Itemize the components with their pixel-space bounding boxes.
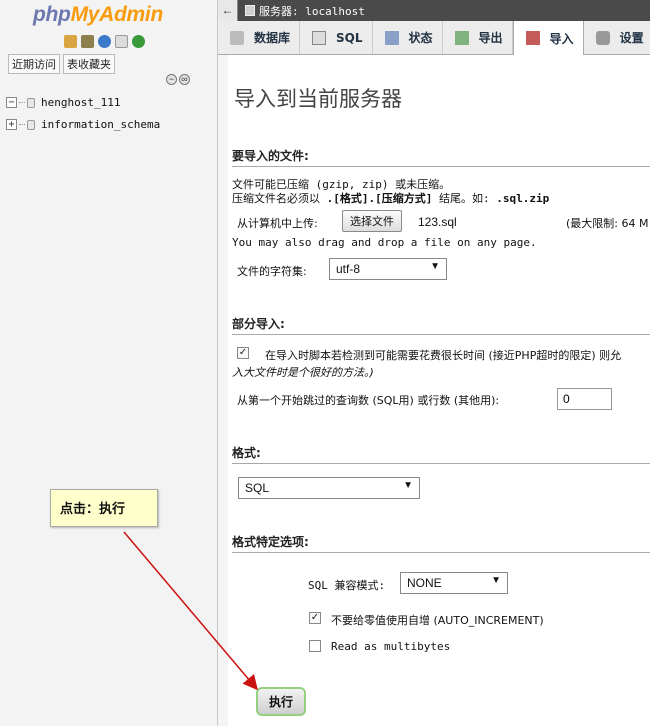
phpmyadmin-logo[interactable]: phpMyAdmin	[33, 3, 163, 27]
dropdown-arrow-icon: ▼	[403, 480, 413, 491]
annotation-callout: 点击：执行	[50, 489, 158, 527]
sql-compat-label: SQL 兼容模式:	[308, 579, 386, 592]
expand-icon[interactable]: +	[6, 119, 17, 130]
dropdown-arrow-icon: ▼	[491, 575, 501, 586]
page-title: 导入到当前服务器	[234, 87, 402, 111]
filename-note: 压缩文件名必须以 .[格式].[压缩方式] 结尾。如: .sql.zip	[232, 192, 550, 205]
tab-settings[interactable]: 设置	[584, 21, 650, 54]
home-icon[interactable]	[64, 35, 77, 48]
status-icon	[384, 30, 399, 45]
skip-queries-label: 从第一个开始跳过的查询数 (SQL用) 或行数 (其他用):	[237, 394, 500, 407]
tab-export[interactable]: 导出	[443, 21, 513, 54]
database-icon	[27, 97, 35, 108]
db-tree-item[interactable]: − henghost_111	[6, 96, 120, 109]
drag-drop-hint: You may also drag and drop a file on any…	[232, 236, 537, 249]
docs-icon[interactable]	[115, 35, 128, 48]
navigation-panel: phpMyAdmin 近期访问 表收藏夹 − ∞ − henghost_111 …	[0, 0, 218, 726]
db-name[interactable]: information_schema	[41, 118, 160, 131]
sql-icon	[312, 30, 327, 45]
export-icon	[454, 30, 469, 45]
file-section-heading: 要导入的文件:	[232, 147, 650, 167]
go-button[interactable]: 执行	[256, 687, 307, 716]
import-icon	[525, 31, 540, 45]
query-window-icon[interactable]	[81, 35, 94, 48]
help-icon[interactable]	[98, 35, 111, 48]
read-multibytes-label: Read as multibytes	[331, 640, 451, 653]
no-auto-value-label: 不要给零值使用自增 (AUTO_INCREMENT)	[331, 614, 544, 627]
tab-import[interactable]: 导入	[512, 21, 584, 55]
upload-label: 从计算机中上传:	[237, 217, 318, 230]
server-breadcrumb: ← 服务器: localhost	[218, 0, 650, 21]
charset-select[interactable]: utf-8 ▼	[329, 258, 447, 280]
favorites-tab[interactable]: 表收藏夹	[63, 54, 115, 74]
db-tree-item[interactable]: + information_schema	[6, 118, 160, 131]
recent-tab[interactable]: 近期访问	[8, 54, 60, 74]
dropdown-arrow-icon: ▼	[430, 261, 440, 272]
format-options-heading: 格式特定选项:	[232, 533, 650, 553]
database-icon	[230, 30, 244, 45]
partial-import-heading: 部分导入:	[232, 315, 650, 335]
tab-status[interactable]: 状态	[373, 21, 443, 54]
server-icon	[245, 5, 255, 16]
main-tabs: 数据库 SQL 状态 导出 导入 设置	[218, 21, 650, 55]
settings-icon	[595, 30, 610, 45]
allow-interrupt-checkbox[interactable]: ✓	[237, 347, 249, 359]
sql-compat-select[interactable]: NONE ▼	[400, 572, 508, 594]
skip-queries-input[interactable]: 0	[557, 388, 612, 410]
selected-file-name: 123.sql	[418, 215, 457, 229]
choose-file-button[interactable]: 选择文件	[342, 210, 402, 232]
collapse-icon[interactable]: −	[6, 97, 17, 108]
tab-databases[interactable]: 数据库	[218, 21, 301, 54]
database-icon	[27, 119, 35, 130]
db-name[interactable]: henghost_111	[41, 96, 120, 109]
format-select[interactable]: SQL ▼	[238, 477, 420, 499]
no-auto-value-checkbox[interactable]: ✓	[309, 612, 321, 624]
format-heading: 格式:	[232, 444, 650, 464]
interrupt-note: 入大文件时是个很好的方法。)	[232, 366, 374, 379]
charset-label: 文件的字符集:	[237, 265, 307, 278]
server-label[interactable]: 服务器: localhost	[259, 3, 365, 19]
reload-icon[interactable]	[132, 35, 145, 48]
read-multibytes-checkbox[interactable]	[309, 640, 321, 652]
max-size-limit: (最大限制: 64 M	[566, 217, 649, 230]
main-content: 导入到当前服务器 要导入的文件: 文件可能已压缩 (gzip, zip) 或未压…	[218, 55, 650, 726]
nav-icon-bar	[64, 35, 145, 48]
collapse-all-icon[interactable]: −	[166, 74, 177, 85]
collapse-panel-icon[interactable]: ←	[218, 0, 238, 21]
link-icon[interactable]: ∞	[179, 74, 190, 85]
tab-sql[interactable]: SQL	[300, 21, 373, 54]
allow-interrupt-label: 在导入时脚本若检测到可能需要花费很长时间 (接近PHP超时的限定) 则允	[265, 349, 622, 362]
